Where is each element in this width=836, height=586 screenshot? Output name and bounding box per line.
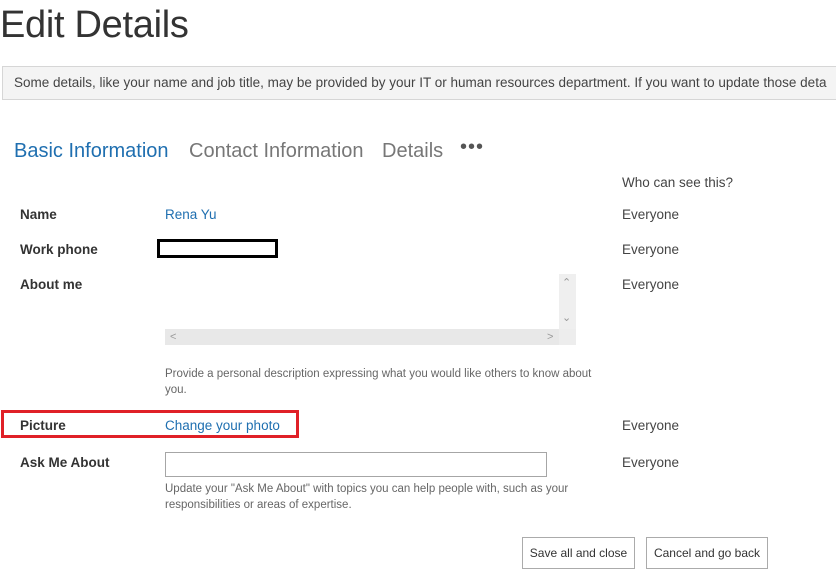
picture-visibility[interactable]: Everyone bbox=[622, 418, 679, 433]
change-photo-link[interactable]: Change your photo bbox=[165, 418, 280, 433]
save-all-and-close-button[interactable]: Save all and close bbox=[522, 537, 635, 569]
info-bar-text: Some details, like your name and job tit… bbox=[14, 75, 827, 90]
scroll-down-icon[interactable]: ⌄ bbox=[562, 312, 571, 324]
ask-me-about-help-text: Update your "Ask Me About" with topics y… bbox=[165, 483, 569, 511]
about-me-editor[interactable] bbox=[165, 274, 559, 329]
ask-me-about-visibility[interactable]: Everyone bbox=[622, 455, 679, 470]
horizontal-scrollbar[interactable]: < > bbox=[165, 329, 559, 345]
name-visibility[interactable]: Everyone bbox=[622, 207, 679, 222]
ask-me-about-label: Ask Me About bbox=[20, 455, 110, 470]
tab-contact-information[interactable]: Contact Information bbox=[189, 140, 364, 163]
scroll-left-icon[interactable]: < bbox=[170, 331, 176, 343]
page-title: Edit Details bbox=[0, 4, 189, 46]
info-bar: Some details, like your name and job tit… bbox=[2, 66, 836, 100]
tab-basic-information[interactable]: Basic Information bbox=[14, 140, 169, 163]
scroll-up-icon[interactable]: ⌃ bbox=[562, 277, 571, 289]
scroll-right-icon[interactable]: > bbox=[547, 331, 553, 343]
about-me-label: About me bbox=[20, 277, 83, 292]
work-phone-label: Work phone bbox=[20, 242, 98, 257]
about-me-help-text: Provide a personal description expressin… bbox=[165, 368, 592, 396]
name-value[interactable]: Rena Yu bbox=[165, 207, 217, 222]
work-phone-redacted bbox=[157, 239, 278, 258]
more-tabs-button[interactable]: ••• bbox=[460, 136, 484, 159]
about-me-textarea[interactable]: ⌃ ⌄ < > bbox=[165, 274, 576, 345]
picture-label: Picture bbox=[20, 418, 66, 433]
who-can-see-header: Who can see this? bbox=[622, 175, 734, 190]
vertical-scrollbar[interactable]: ⌃ ⌄ bbox=[559, 274, 576, 329]
name-label: Name bbox=[20, 207, 57, 222]
ask-me-about-input[interactable] bbox=[165, 452, 547, 477]
cancel-and-go-back-button[interactable]: Cancel and go back bbox=[646, 537, 768, 569]
tab-details[interactable]: Details bbox=[382, 140, 443, 163]
work-phone-visibility[interactable]: Everyone bbox=[622, 242, 679, 257]
about-me-visibility[interactable]: Everyone bbox=[622, 277, 679, 292]
